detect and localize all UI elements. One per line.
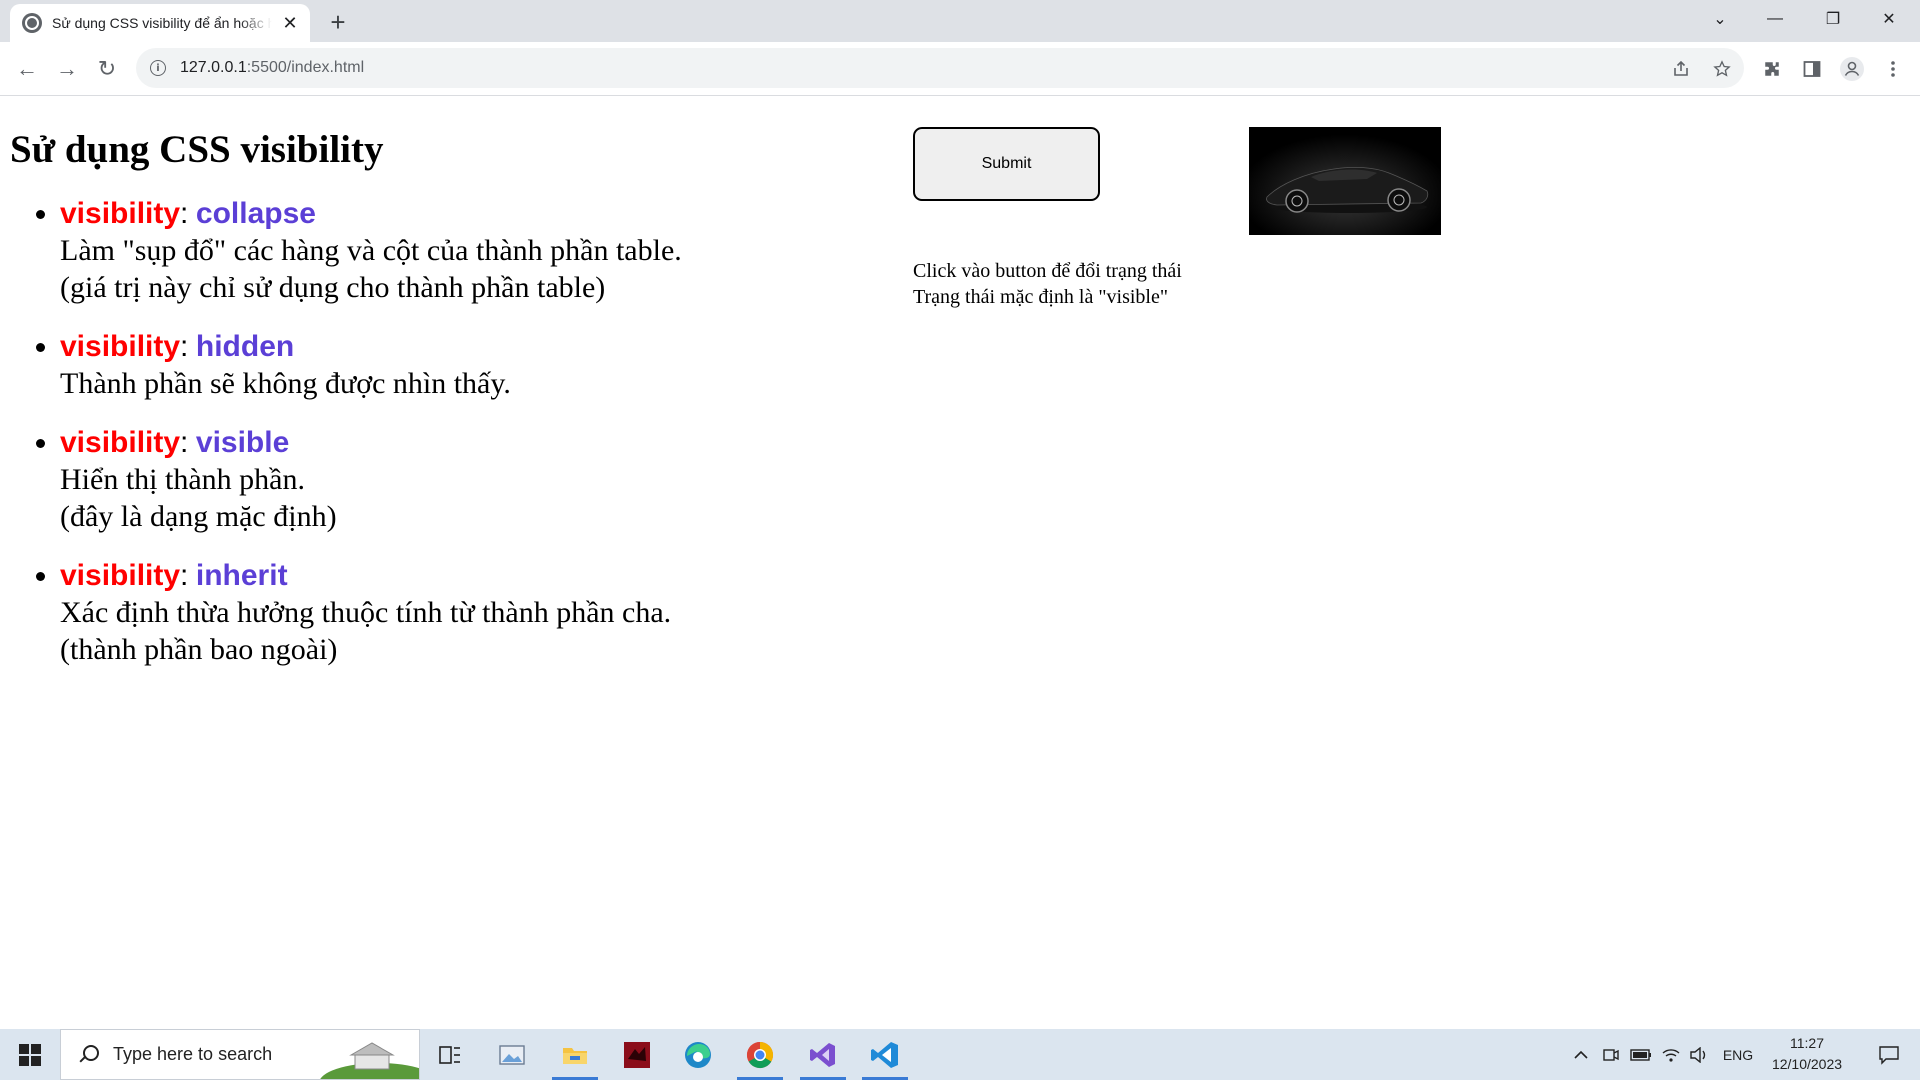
description-line: Xác định thừa hưởng thuộc tính từ thành …: [60, 596, 672, 629]
property-value: inherit: [195, 559, 288, 592]
extensions-icon[interactable]: [1757, 54, 1787, 84]
favicon-icon: [22, 13, 42, 33]
colon: :: [180, 330, 189, 363]
description-note: (đây là dạng mặc định): [60, 500, 337, 533]
property-value: visible: [195, 426, 290, 459]
chrome-browser-icon[interactable]: [735, 1029, 785, 1080]
edge-browser-icon[interactable]: [673, 1029, 723, 1080]
browser-toolbar: ← → ↻ i 127.0.0.1:5500/index.html: [0, 42, 1920, 96]
property-value: hidden: [195, 330, 295, 363]
notification-center-icon[interactable]: [1864, 1029, 1914, 1080]
search-highlight-icon: [320, 1042, 419, 1079]
file-explorer-icon[interactable]: [550, 1029, 600, 1080]
hint-line-2: Trạng thái mặc định là "visible": [913, 286, 1168, 308]
description-line: Thành phần sẽ không được nhìn thấy.: [60, 367, 511, 400]
vscode-icon[interactable]: [860, 1029, 910, 1080]
taskbar-search-box[interactable]: Type here to search: [60, 1029, 420, 1080]
forward-button[interactable]: →: [52, 54, 82, 84]
hint-text: Click vào button để đổi trạng thái Trạng…: [913, 258, 1182, 310]
address-bar[interactable]: i 127.0.0.1:5500/index.html: [136, 48, 1744, 88]
share-icon[interactable]: [1666, 54, 1696, 84]
bookmark-star-icon[interactable]: [1707, 54, 1737, 84]
url-path: :5500/index.html: [246, 59, 365, 76]
list-item: visibility: collapse Làm "sụp đổ" các hà…: [60, 195, 682, 306]
reload-button[interactable]: ↻: [92, 54, 122, 84]
page-title: Sử dụng CSS visibility: [10, 128, 384, 171]
list-item: visibility: visible Hiển thị thành phần.…: [60, 424, 682, 535]
page-viewport: Sử dụng CSS visibility visibility: colla…: [0, 97, 1920, 1029]
volume-icon[interactable]: [1686, 1029, 1712, 1080]
description-line: Hiển thị thành phần.: [60, 463, 305, 496]
wifi-icon[interactable]: [1658, 1029, 1684, 1080]
minimize-button[interactable]: —: [1752, 0, 1798, 38]
photos-app-icon[interactable]: [487, 1029, 537, 1080]
colon: :: [180, 426, 189, 459]
description-note: (giá trị này chỉ sử dụng cho thành phần …: [60, 271, 606, 304]
tab-title: Sử dụng CSS visibility để ẩn hoặc hiện t…: [52, 15, 272, 31]
car-image: [1249, 127, 1441, 235]
windows-taskbar: Type here to search ENG 11:27 12/10/2023: [0, 1029, 1920, 1080]
browser-tab[interactable]: Sử dụng CSS visibility để ẩn hoặc hiện t…: [10, 4, 310, 42]
back-button[interactable]: ←: [12, 54, 42, 84]
url-text[interactable]: 127.0.0.1:5500/index.html: [180, 59, 364, 77]
tab-search-chevron-icon[interactable]: ⌄: [1697, 0, 1743, 38]
tab-close-icon[interactable]: ✕: [280, 13, 300, 33]
side-panel-icon[interactable]: [1797, 54, 1827, 84]
language-indicator[interactable]: ENG: [1716, 1029, 1760, 1080]
description-note: (thành phần bao ngoài): [60, 633, 338, 666]
visual-studio-icon[interactable]: [798, 1029, 848, 1080]
property-value: collapse: [195, 197, 316, 230]
menu-kebab-icon[interactable]: [1878, 54, 1908, 84]
system-clock[interactable]: 11:27 12/10/2023: [1762, 1033, 1852, 1075]
clock-date: 12/10/2023: [1771, 1056, 1843, 1072]
show-hidden-icons-chevron-icon[interactable]: [1568, 1029, 1594, 1080]
colon: :: [180, 197, 189, 230]
property-name: visibility: [60, 197, 181, 230]
windows-logo-icon: [19, 1043, 41, 1066]
description-line: Làm "sụp đổ" các hàng và cột của thành p…: [60, 234, 682, 267]
new-tab-button[interactable]: +: [324, 7, 352, 37]
colon: :: [180, 559, 189, 592]
list-item: visibility: inherit Xác định thừa hưởng …: [60, 557, 682, 668]
search-icon: [77, 1044, 99, 1066]
close-window-button[interactable]: ✕: [1866, 0, 1912, 38]
url-host: 127.0.0.1: [180, 59, 247, 76]
property-name: visibility: [60, 330, 181, 363]
property-name: visibility: [60, 426, 181, 459]
visibility-list: visibility: collapse Làm "sụp đổ" các hà…: [60, 195, 682, 690]
battery-icon[interactable]: [1627, 1029, 1655, 1080]
site-info-icon[interactable]: i: [150, 60, 166, 76]
start-button[interactable]: [0, 1029, 60, 1080]
submit-button[interactable]: Submit: [913, 127, 1100, 201]
list-item: visibility: hidden Thành phần sẽ không đ…: [60, 328, 682, 402]
tab-strip: Sử dụng CSS visibility để ẩn hoặc hiện t…: [0, 0, 1920, 42]
property-name: visibility: [60, 559, 181, 592]
profile-avatar-icon[interactable]: [1837, 54, 1867, 84]
maximize-button[interactable]: ❐: [1810, 0, 1856, 38]
task-view-icon[interactable]: [425, 1029, 475, 1080]
ruby-app-icon[interactable]: [612, 1029, 662, 1080]
search-placeholder: Type here to search: [113, 1044, 273, 1064]
hint-line-1: Click vào button để đổi trạng thái: [913, 260, 1182, 282]
meet-now-icon[interactable]: [1598, 1029, 1624, 1080]
clock-time: 11:27: [1790, 1035, 1824, 1051]
